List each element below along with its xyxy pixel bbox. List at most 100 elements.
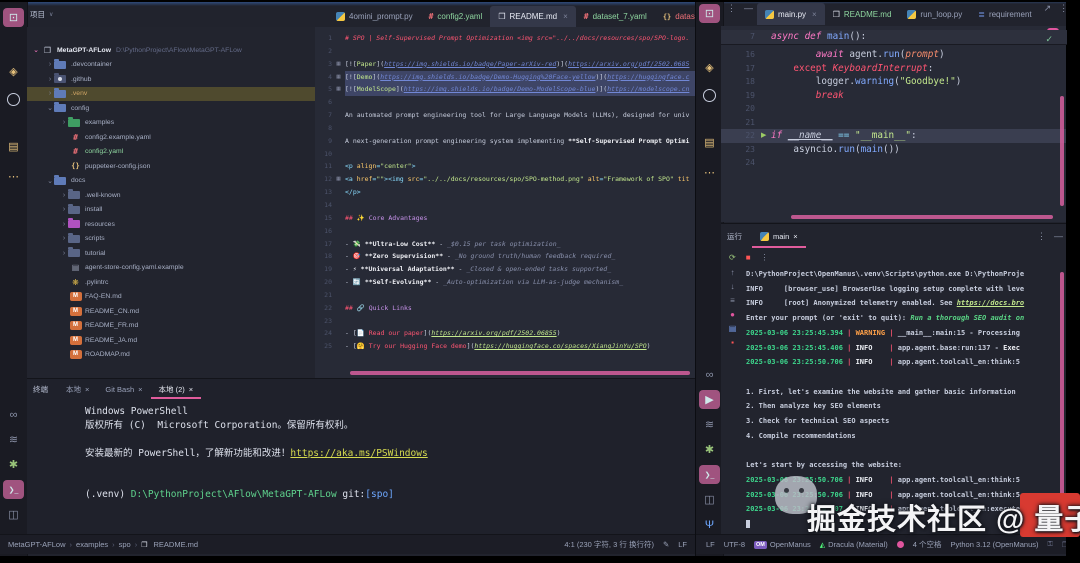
more-icon[interactable]: ⋯ <box>3 167 24 186</box>
tab-close-icon[interactable]: × <box>563 12 568 21</box>
link-icon[interactable]: ∞ <box>3 405 24 424</box>
status-item-4-[interactable]: 4 个空格 <box>913 539 942 550</box>
scroll-up-icon[interactable]: ↑ <box>731 268 735 277</box>
link[interactable]: https://img.shields.io/badge/Paper-arXiv… <box>384 60 556 68</box>
tree-item--devcontainer[interactable]: › .devcontainer <box>27 58 315 73</box>
link[interactable]: https://img.shields.io/badge/Demo-Huggin… <box>380 73 595 81</box>
tree-item-docs[interactable]: ⌄ docs <box>27 174 315 189</box>
run-arrow-icon[interactable]: ▶ <box>761 129 771 143</box>
more-options-icon[interactable]: ⋮ <box>723 3 740 25</box>
tree-item-config[interactable]: ⌄ config <box>27 101 315 116</box>
project-icon[interactable]: ⊡ <box>3 8 24 27</box>
breadcrumb-item[interactable]: README.md <box>154 540 199 549</box>
rerun-icon[interactable]: ⟳ <box>729 253 736 262</box>
tree-item-faq-en-md[interactable]: M FAQ-EN.md <box>27 290 315 305</box>
settings-icon[interactable]: ✱ <box>699 440 720 459</box>
layers-icon[interactable]: ≋ <box>3 430 24 449</box>
vertical-scrollbar[interactable] <box>1060 272 1064 522</box>
vertical-scrollbar[interactable] <box>1060 96 1064 206</box>
link[interactable]: https://arxiv.org/pdf/2502.06855 <box>431 329 556 337</box>
link[interactable]: https://img.shields.io/badge/Demo-ModelS… <box>404 85 596 93</box>
status-item-python-3-12-openmanus-[interactable]: Python 3.12 (OpenManus) <box>951 540 1039 549</box>
tree-item-resources[interactable]: › resources <box>27 217 315 232</box>
editor-tab-readme-md[interactable]: ❒ README.md × <box>490 6 576 27</box>
tree-item-examples[interactable]: › examples <box>27 116 315 131</box>
settings-icon[interactable]: ✱ <box>3 455 24 474</box>
link-icon[interactable]: ∞ <box>699 365 720 384</box>
stop-icon[interactable]: ■ <box>746 253 751 262</box>
expand-icon[interactable]: ↗ <box>1040 3 1056 25</box>
tree-item-readme-ja-md[interactable]: M README_JA.md <box>27 333 315 348</box>
status-item-utf-8[interactable]: UTF-8 <box>724 540 745 549</box>
tree-item--venv[interactable]: › .venv <box>27 86 315 101</box>
branch-icon[interactable]: Ψ <box>699 515 720 534</box>
print-icon[interactable]: ▤ <box>729 324 737 333</box>
horizontal-scrollbar[interactable] <box>350 371 690 375</box>
editor-tab-dataset-7-[interactable]: {}dataset_7⋯ <box>655 6 695 27</box>
status-item-4-1-230-3-[interactable]: 4:1 (230 字符, 3 行 换行符) <box>564 539 654 550</box>
tree-item--github[interactable]: › .github <box>27 72 315 87</box>
tree-item-tutorial[interactable]: › tutorial <box>27 246 315 261</box>
run-icon[interactable]: ▶ <box>699 390 720 409</box>
tab-close-icon[interactable]: × <box>138 385 142 394</box>
problems-icon[interactable]: ◫ <box>699 490 720 509</box>
soft-wrap-icon[interactable]: ≡ <box>730 296 735 305</box>
editor-tab-main-py[interactable]: main.py × <box>757 3 825 25</box>
tree-item-config2-example-yaml[interactable]: # config2.example.yaml <box>27 130 315 145</box>
run-tab-main[interactable]: main × <box>752 224 806 248</box>
status-item-dracula-material-[interactable]: ◭ Dracula (Material) <box>820 540 888 549</box>
status-item-lf[interactable]: LF <box>706 540 715 549</box>
status-item-lf[interactable]: LF <box>678 540 687 549</box>
status-item-openmanus[interactable]: OM OpenManus <box>754 540 811 549</box>
tab-close-icon[interactable]: × <box>793 232 797 241</box>
github-icon[interactable] <box>3 90 24 109</box>
terminal-tab-git-bash[interactable]: Git Bash × <box>97 379 150 399</box>
structure-icon[interactable]: ▤ <box>699 133 720 152</box>
breadcrumb-item[interactable]: spo <box>119 540 131 549</box>
status-item[interactable] <box>896 541 904 548</box>
tree-item-readme-fr-md[interactable]: M README_FR.md <box>27 319 315 334</box>
run-tool-label[interactable]: 运行 <box>727 231 742 242</box>
terminal-tab--[interactable]: 本地 × <box>58 379 97 399</box>
tree-item--pylintrc[interactable]: ❋ .pylintrc <box>27 275 315 290</box>
terminal-icon[interactable]: ❯_ <box>699 465 720 484</box>
tree-item-agent-store-config-yaml-example[interactable]: ▤ agent-store-config.yaml.example <box>27 261 315 276</box>
record-icon[interactable]: ● <box>730 310 735 319</box>
terminal-tool-label[interactable]: 终端 <box>33 384 48 395</box>
link[interactable]: https://docs.bro <box>957 299 1024 307</box>
link[interactable]: https://modelscope.cn <box>607 85 689 93</box>
tree-item-scripts[interactable]: › scripts <box>27 232 315 247</box>
structure-icon[interactable]: ▤ <box>3 137 24 156</box>
clear-icon[interactable]: ▪ <box>731 338 734 347</box>
tree-item-puppeteer-config-json[interactable]: {} puppeteer-config.json <box>27 159 315 174</box>
editor-tab-config2-yaml[interactable]: # config2.yaml <box>421 6 491 27</box>
link[interactable]: https://huggingface.co/spaces/XiangJinYu… <box>474 342 646 350</box>
minimize-icon[interactable]: — <box>1050 231 1067 241</box>
editor-tab-run-loop-py[interactable]: run_loop.py <box>899 3 970 25</box>
status-item[interactable]: ✎ <box>663 540 669 549</box>
link[interactable]: https://arxiv.org/pdf/2502.0685 <box>568 60 689 68</box>
tree-item-readme-cn-md[interactable]: M README_CN.md <box>27 304 315 319</box>
tree-item-config2-yaml[interactable]: # config2.yaml <box>27 145 315 160</box>
tree-item--well-known[interactable]: › .well-known <box>27 188 315 203</box>
commit-icon[interactable]: ◈ <box>699 58 720 77</box>
github-icon[interactable] <box>699 86 720 105</box>
tree-item-install[interactable]: › install <box>27 203 315 218</box>
project-icon[interactable]: ⊡ <box>699 4 720 23</box>
more-options-icon[interactable]: ⋮ <box>761 253 769 262</box>
status-item[interactable]: ⚿ <box>1047 541 1052 549</box>
tree-item-roadmap-md[interactable]: M ROADMAP.md <box>27 348 315 363</box>
horizontal-scrollbar[interactable] <box>791 215 1053 219</box>
tree-chevron-icon[interactable]: ⌄ <box>31 46 41 54</box>
link[interactable]: https://huggingface.c <box>607 73 689 81</box>
tab-close-icon[interactable]: × <box>85 385 89 394</box>
editor-tab-requirement[interactable]: ≣ requirement <box>970 3 1039 25</box>
editor-tab-dataset-7-yaml[interactable]: # dataset_7.yaml <box>576 6 655 27</box>
editor-tab-4omini-prompt-py[interactable]: 4omini_prompt.py <box>328 6 421 27</box>
more-icon[interactable]: ⋯ <box>699 163 720 182</box>
layers-icon[interactable]: ≋ <box>699 415 720 434</box>
project-tool-label[interactable]: 项目 <box>30 9 45 20</box>
tab-close-icon[interactable]: × <box>812 10 817 19</box>
breadcrumb-item[interactable]: MetaGPT-AFLow <box>8 540 66 549</box>
tree-item-metagpt-aflow[interactable]: ⌄ ❐ MetaGPT-AFLow D:\PythonProject\AFlow\Me… <box>27 43 315 58</box>
